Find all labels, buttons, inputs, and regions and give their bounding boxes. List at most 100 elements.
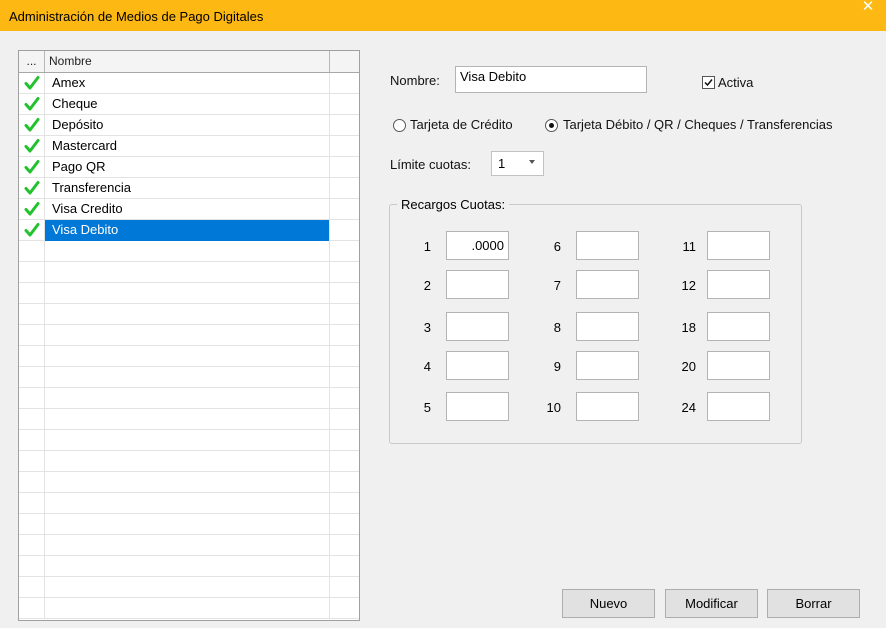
recargo-input[interactable] <box>446 270 509 299</box>
row-name-cell[interactable] <box>45 241 330 262</box>
recargo-input[interactable]: .0000 <box>446 231 509 260</box>
row-name-cell[interactable]: Cheque <box>45 94 330 115</box>
recargo-input[interactable] <box>446 392 509 421</box>
row-name-cell[interactable] <box>45 577 330 598</box>
row-name-cell[interactable]: Transferencia <box>45 178 330 199</box>
row-name-cell[interactable] <box>45 472 330 493</box>
table-row[interactable]: Visa Credito <box>19 199 359 220</box>
table-row[interactable] <box>19 577 359 598</box>
row-name-cell[interactable] <box>45 325 330 346</box>
row-extra-cell <box>330 283 359 304</box>
row-name-cell[interactable] <box>45 556 330 577</box>
recargo-input[interactable] <box>707 351 770 380</box>
green-check-icon <box>24 223 40 237</box>
nuevo-button[interactable]: Nuevo <box>562 589 655 618</box>
row-name-cell[interactable]: Amex <box>45 73 330 94</box>
recargo-input[interactable] <box>707 392 770 421</box>
cuota-number-label: 11 <box>682 239 697 254</box>
radio-tarjeta-debito[interactable] <box>545 119 558 132</box>
close-icon[interactable]: ✕ <box>856 0 880 16</box>
row-extra-cell <box>330 94 359 115</box>
table-row[interactable]: Amex <box>19 73 359 94</box>
table-row[interactable] <box>19 493 359 514</box>
table-row[interactable] <box>19 451 359 472</box>
row-name-cell[interactable] <box>45 346 330 367</box>
row-status-cell <box>19 430 45 451</box>
modificar-button[interactable]: Modificar <box>665 589 758 618</box>
row-name-cell[interactable] <box>45 451 330 472</box>
table-row[interactable] <box>19 262 359 283</box>
row-name-cell[interactable] <box>45 493 330 514</box>
cuota-number-label: 10 <box>546 400 561 415</box>
row-name-cell[interactable] <box>45 409 330 430</box>
row-name-cell[interactable]: Visa Credito <box>45 199 330 220</box>
table-row[interactable] <box>19 283 359 304</box>
table-row[interactable]: Transferencia <box>19 178 359 199</box>
table-row[interactable] <box>19 472 359 493</box>
row-name-cell[interactable]: Mastercard <box>45 136 330 157</box>
recargo-input[interactable] <box>576 231 639 260</box>
row-name-cell[interactable] <box>45 283 330 304</box>
header-nombre[interactable]: Nombre <box>45 51 330 72</box>
table-row[interactable]: Pago QR <box>19 157 359 178</box>
recargo-input[interactable] <box>576 312 639 341</box>
recargo-input[interactable] <box>707 270 770 299</box>
radio-tarjeta-debito-label[interactable]: Tarjeta Débito / QR / Cheques / Transfer… <box>563 117 833 132</box>
green-check-icon <box>24 202 40 216</box>
radio-tarjeta-credito[interactable] <box>393 119 406 132</box>
dropdown-arrow-icon[interactable] <box>529 160 535 164</box>
table-row[interactable] <box>19 556 359 577</box>
table-row[interactable] <box>19 598 359 619</box>
row-name-cell[interactable]: Visa Debito <box>45 220 330 241</box>
row-extra-cell <box>330 535 359 556</box>
row-name-cell[interactable] <box>45 430 330 451</box>
table-row[interactable] <box>19 409 359 430</box>
borrar-button[interactable]: Borrar <box>767 589 860 618</box>
recargo-input[interactable] <box>707 231 770 260</box>
table-row[interactable] <box>19 535 359 556</box>
row-name-cell[interactable] <box>45 388 330 409</box>
row-name-cell[interactable] <box>45 598 330 619</box>
row-extra-cell <box>330 430 359 451</box>
activa-checkbox[interactable] <box>702 76 715 89</box>
table-row[interactable] <box>19 241 359 262</box>
recargo-input[interactable] <box>576 351 639 380</box>
row-status-cell <box>19 346 45 367</box>
row-status-cell <box>19 94 45 115</box>
row-name-cell[interactable] <box>45 262 330 283</box>
header-extra <box>330 51 359 72</box>
header-row-selector[interactable]: ... <box>19 51 45 72</box>
row-name-cell[interactable]: Pago QR <box>45 157 330 178</box>
table-row[interactable] <box>19 430 359 451</box>
table-row[interactable] <box>19 388 359 409</box>
table-row[interactable] <box>19 346 359 367</box>
table-row[interactable] <box>19 367 359 388</box>
radio-tarjeta-credito-label[interactable]: Tarjeta de Crédito <box>410 117 513 132</box>
table-row[interactable]: Cheque <box>19 94 359 115</box>
table-row[interactable]: Visa Debito <box>19 220 359 241</box>
row-status-cell <box>19 598 45 619</box>
row-name-cell[interactable] <box>45 535 330 556</box>
row-extra-cell <box>330 262 359 283</box>
row-name-cell[interactable] <box>45 304 330 325</box>
cuota-number-label: 4 <box>423 359 431 374</box>
table-row[interactable]: Mastercard <box>19 136 359 157</box>
limite-cuotas-label: Límite cuotas: <box>390 157 471 172</box>
recargo-input[interactable] <box>446 312 509 341</box>
row-status-cell <box>19 283 45 304</box>
recargo-input[interactable] <box>576 270 639 299</box>
table-row[interactable] <box>19 325 359 346</box>
row-name-cell[interactable] <box>45 514 330 535</box>
recargo-input[interactable] <box>707 312 770 341</box>
row-status-cell <box>19 325 45 346</box>
recargo-input[interactable] <box>446 351 509 380</box>
payment-methods-grid[interactable]: ... Nombre Amex Cheque Depósito Mastercard P… <box>18 50 360 621</box>
table-row[interactable] <box>19 514 359 535</box>
limite-cuotas-select[interactable]: 1 <box>491 151 544 176</box>
row-name-cell[interactable]: Depósito <box>45 115 330 136</box>
table-row[interactable]: Depósito <box>19 115 359 136</box>
row-name-cell[interactable] <box>45 367 330 388</box>
table-row[interactable] <box>19 304 359 325</box>
recargo-input[interactable] <box>576 392 639 421</box>
nombre-input[interactable]: Visa Debito <box>455 66 647 93</box>
